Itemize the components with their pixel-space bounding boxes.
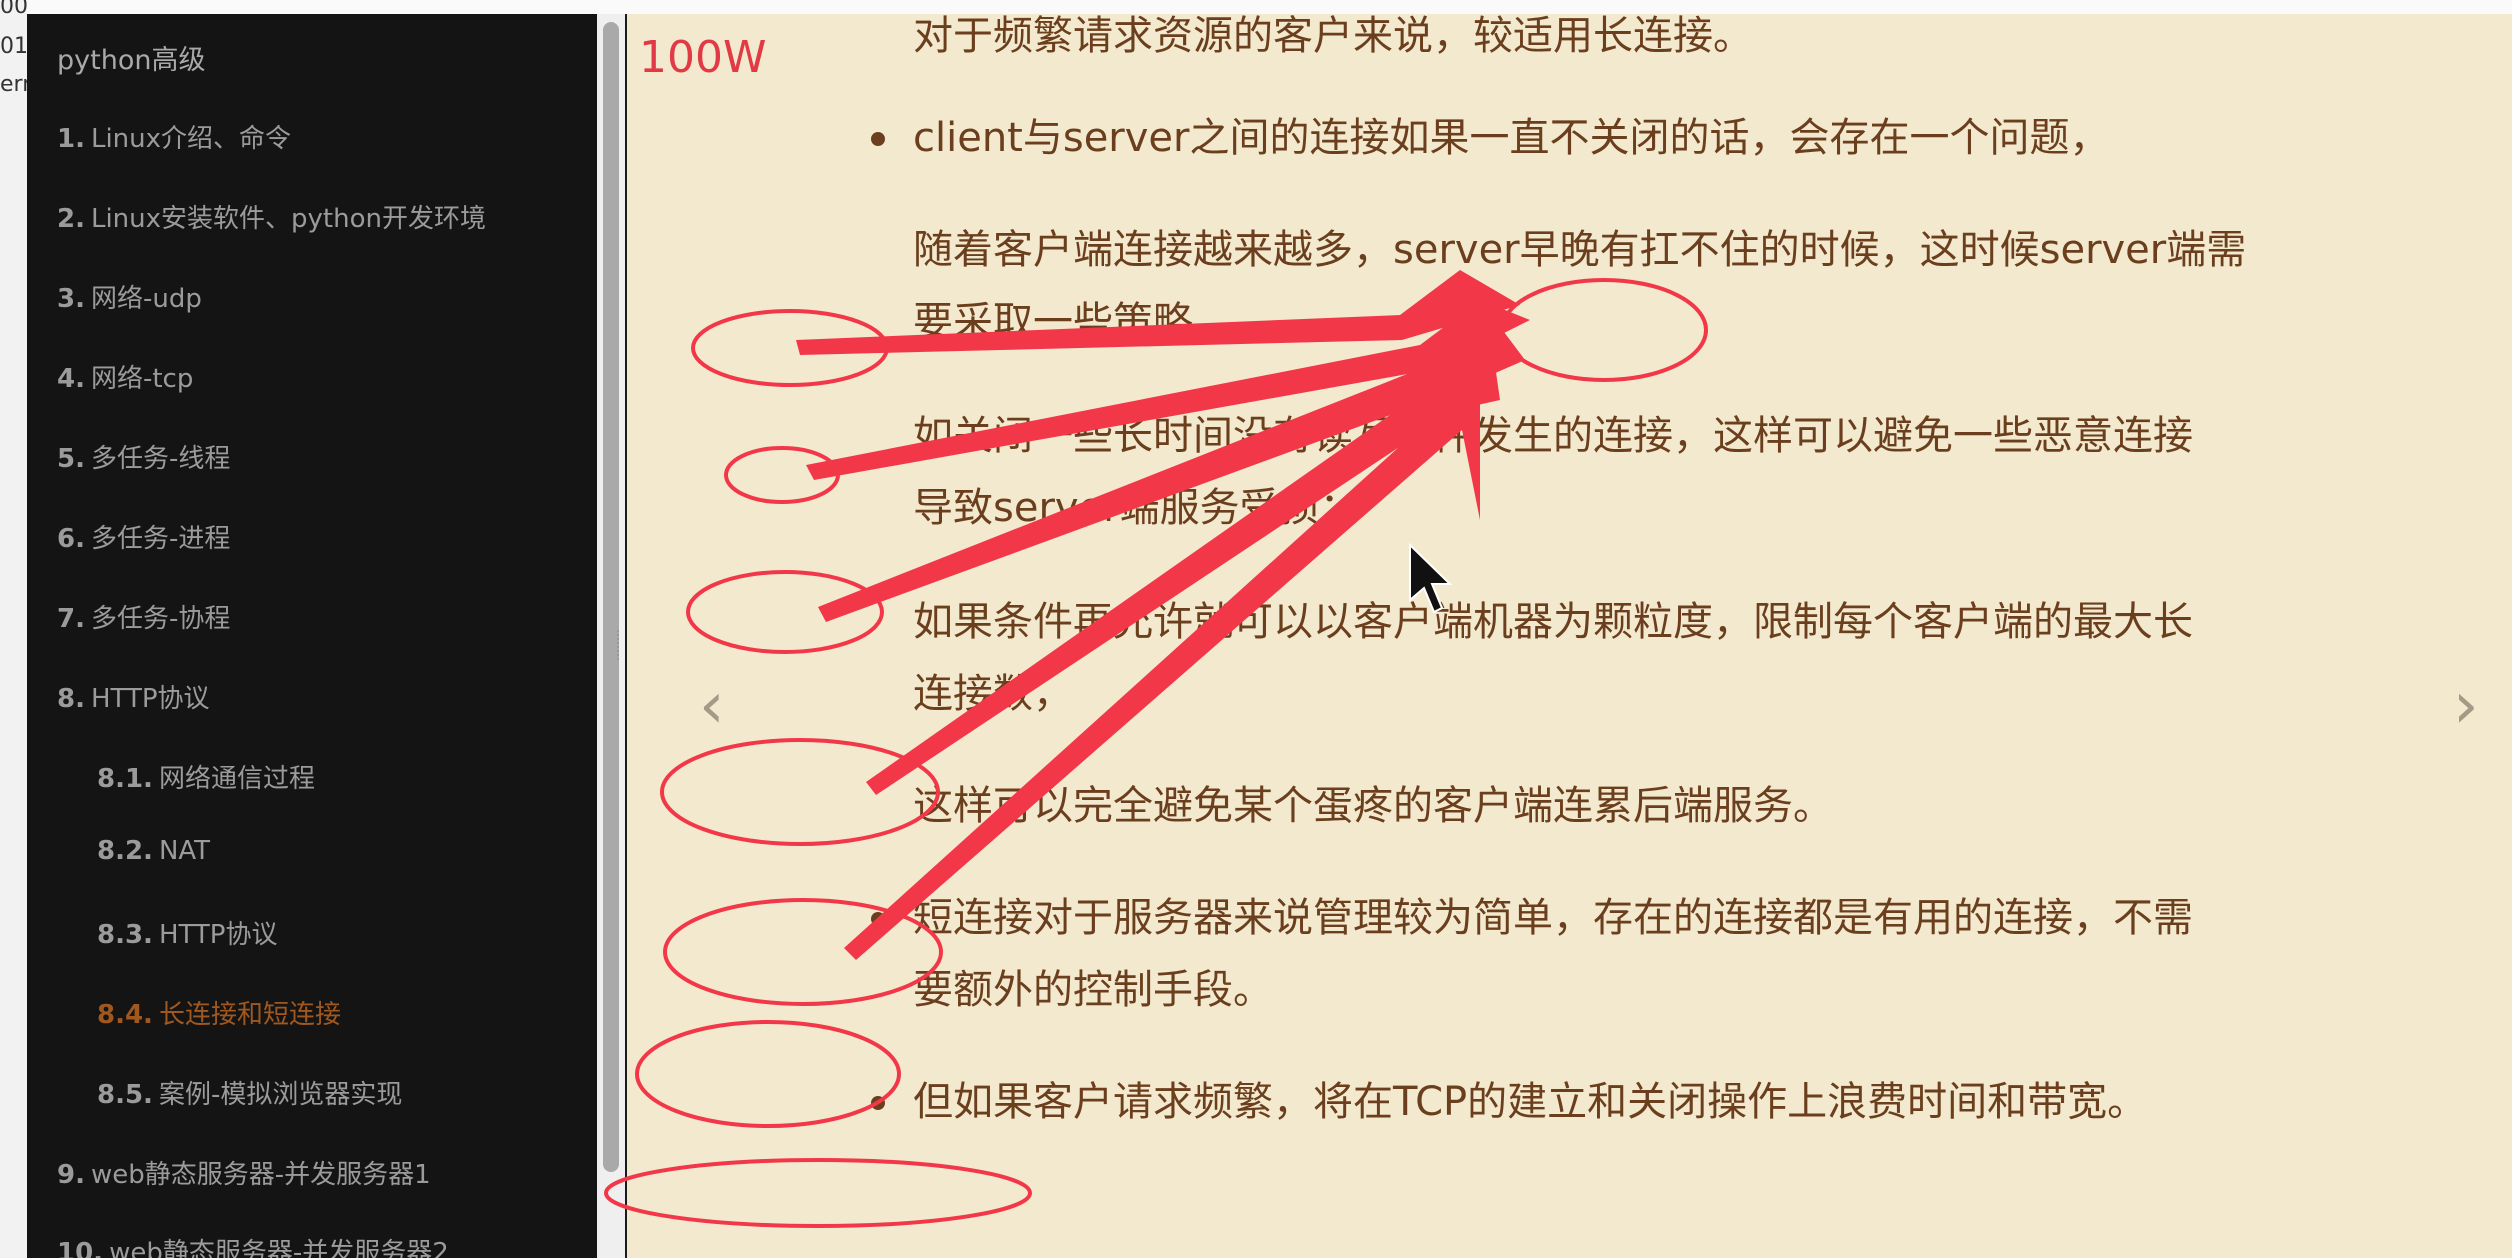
toc-item-4[interactable]: 4. 网络-tcp [57,358,193,395]
toc-item-8[interactable]: 8. HTTP协议 [57,678,210,715]
sidebar-resize-handle[interactable] [617,630,625,660]
toc-item-8-3[interactable]: 8.3. HTTP协议 [97,914,277,951]
toc-item-7[interactable]: 7. 多任务-协程 [57,598,230,635]
toc-item-8-1[interactable]: 8.1. 网络通信过程 [97,758,315,795]
watermark-text: 100W [639,32,767,83]
background-text-fragment: 00 [0,0,27,19]
toc-item-9[interactable]: 9. web静态服务器-并发服务器1 [57,1154,431,1191]
toc-item-5[interactable]: 5. 多任务-线程 [57,438,230,475]
paragraph-text: 如果条件再允许就可以以客户端机器为颗粒度，限制每个客户端的最大长 [913,599,2193,645]
toc-item-10[interactable]: 10. web静态服务器-并发服务器2 [57,1232,449,1258]
toc-item-8-2[interactable]: 8.2. NAT [97,836,210,866]
page-content: 100W 对于频繁请求资源的客户来说，较适用长连接。 client与server… [625,14,2512,1258]
toc-item-8-4-active[interactable]: 8.4. 长连接和短连接 [97,994,341,1031]
paragraph-text: client与server之间的连接如果一直不关闭的话，会存在一个问题， [913,115,2110,161]
paragraph-text: 但如果客户请求频繁，将在TCP的建立和关闭操作上浪费时间和带宽。 [913,1079,2148,1125]
paragraph-text: 短连接对于服务器来说管理较为简单，存在的连接都是有用的连接，不需 [913,895,2193,941]
background-text-fragment: erm [0,72,27,97]
book-title[interactable]: python高级 [57,38,205,77]
background-window-strip: 00 01- erm [0,0,27,1258]
sidebar-scrollbar-thumb[interactable] [603,22,619,1172]
toc-item-6[interactable]: 6. 多任务-进程 [57,518,230,555]
list-bullet [871,1096,885,1110]
toc-item-8-5[interactable]: 8.5. 案例-模拟浏览器实现 [97,1074,402,1111]
previous-page-arrow-icon[interactable]: ‹ [699,674,725,738]
background-text-fragment: 01- [0,34,27,59]
paragraph-text: 随着客户端连接越来越多，server早晚有扛不住的时候，这时候server端需 [913,227,2247,273]
paragraph-text: 如关闭一些长时间没有读写事件发生的连接，这样可以避免一些恶意连接 [913,413,2193,459]
toc-sidebar: python高级 1. Linux介绍、命令 2. Linux安装软件、python… [27,14,597,1258]
toc-item-3[interactable]: 3. 网络-udp [57,278,202,315]
paragraph-text: 这样可以完全避免某个蛋疼的客户端连累后端服务。 [913,783,1833,829]
paragraph-text: 导致server端服务受损； [913,485,1360,531]
paragraph-text: 对于频繁请求资源的客户来说，较适用长连接。 [913,14,1753,59]
paragraph-text: 要额外的控制手段。 [913,967,1273,1013]
paragraph-text: 要采取一些策略， [913,299,1233,345]
paragraph-text: 连接数， [913,671,1073,717]
toc-item-2[interactable]: 2. Linux安装软件、python开发环境 [57,198,486,235]
window-top-edge [0,0,2512,14]
next-page-arrow-icon[interactable]: › [2453,674,2479,738]
list-bullet [871,912,885,926]
list-bullet [871,132,885,146]
toc-item-1[interactable]: 1. Linux介绍、命令 [57,118,291,155]
